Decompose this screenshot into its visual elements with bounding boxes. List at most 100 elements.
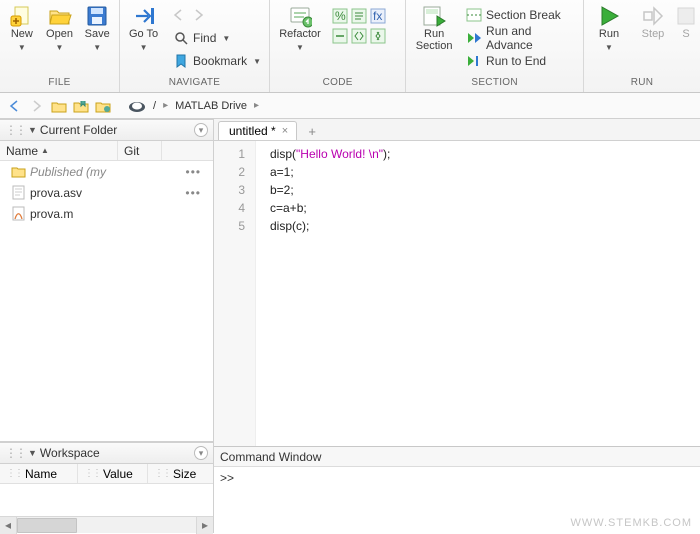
ws-col-name[interactable]: ⋮⋮Name [0, 464, 78, 483]
workspace-panel: ⋮⋮ ▼ Workspace ▾ ⋮⋮Name ⋮⋮Value ⋮⋮Size [0, 441, 213, 516]
folder-columns: Name ▲ Git [0, 141, 213, 161]
close-tab-icon[interactable]: × [282, 125, 288, 137]
path-sep-icon: ▸ [163, 100, 168, 111]
stop-icon [676, 4, 696, 28]
ws-col-size[interactable]: ⋮⋮Size [148, 464, 213, 483]
forward-arrow-icon[interactable] [28, 97, 46, 115]
code-area[interactable]: disp("Hello World! \n");a=1;b=2;c=a+b;di… [256, 141, 700, 446]
horizontal-scrollbar[interactable]: ◂ ▸ [0, 516, 213, 533]
list-item[interactable]: prova.asv ••• [0, 182, 213, 203]
command-window-header[interactable]: Command Window [214, 447, 700, 467]
chevron-down-icon: ▼ [28, 448, 37, 458]
address-bar: / ▸ MATLAB Drive ▸ [0, 93, 700, 119]
ribbon-group-file: New ▼ Open ▼ Save ▼ FILE [0, 0, 120, 92]
run-to-end-button[interactable]: Run to End [462, 50, 579, 72]
chevron-down-icon: ▼ [140, 43, 148, 52]
ribbon-group-section: Run Section Section Break Run and Advanc… [406, 0, 584, 92]
bookmark-icon [173, 53, 189, 69]
gutter: 12345 [214, 141, 256, 446]
code-tool6-icon[interactable] [370, 28, 386, 44]
grip-icon: ⋮⋮ [5, 446, 25, 460]
refactor-button[interactable]: Refactor ▼ [274, 2, 326, 54]
col-git[interactable]: Git [118, 141, 162, 160]
chevron-down-icon: ▼ [253, 57, 261, 66]
run-button[interactable]: Run ▼ [588, 2, 630, 54]
panel-options-icon[interactable]: ▾ [194, 446, 208, 460]
code-tool4-icon[interactable] [332, 28, 348, 44]
chevron-down-icon: ▼ [93, 43, 101, 52]
list-item[interactable]: Published (my ••• [0, 161, 213, 182]
section-break-button[interactable]: Section Break [462, 4, 579, 26]
run-section-icon [422, 4, 446, 28]
mfile-icon [10, 206, 26, 222]
folder-nav1-icon[interactable] [50, 97, 68, 115]
run-section-button[interactable]: Run Section [410, 2, 458, 54]
col-name[interactable]: Name ▲ [0, 141, 118, 160]
list-item[interactable]: prova.m [0, 203, 213, 224]
run-to-end-icon [466, 53, 482, 69]
path-drive[interactable]: MATLAB Drive [172, 100, 250, 112]
save-icon [85, 4, 109, 28]
path-root[interactable]: / [150, 100, 159, 112]
goto-button[interactable]: Go To ▼ [124, 2, 163, 54]
refactor-icon [288, 4, 312, 28]
more-icon[interactable]: ••• [185, 186, 201, 200]
bookmark-button[interactable]: Bookmark ▼ [169, 50, 265, 72]
folder-icon [10, 164, 26, 180]
svg-text:fx: fx [373, 9, 382, 23]
open-folder-icon [48, 4, 72, 28]
run-icon [597, 4, 621, 28]
editor-tab[interactable]: untitled * × [218, 121, 297, 140]
svg-text:%: % [335, 9, 346, 23]
chevron-down-icon: ▼ [56, 43, 64, 52]
section-break-icon [466, 7, 482, 23]
editor-tabs: untitled * × + [214, 119, 700, 141]
cloud-icon[interactable] [128, 97, 146, 115]
code-tool2-icon[interactable] [351, 8, 367, 24]
back-icon [173, 7, 189, 23]
nav-back-forward[interactable] [169, 4, 265, 26]
find-button[interactable]: Find ▼ [169, 27, 265, 49]
watermark: WWW.STEMKB.COM [570, 517, 692, 529]
step-icon [641, 4, 665, 28]
grip-icon: ⋮⋮ [5, 123, 25, 137]
stop-button-clipped[interactable]: S [676, 2, 696, 43]
scrollbar-thumb[interactable] [17, 518, 77, 533]
save-button[interactable]: Save ▼ [79, 2, 115, 54]
chevron-down-icon: ▼ [222, 34, 230, 43]
ribbon-group-navigate: Go To ▼ Find ▼ Bookmark ▼ [120, 0, 270, 92]
code-editor[interactable]: 12345 disp("Hello World! \n");a=1;b=2;c=… [214, 141, 700, 446]
code-tool1-icon[interactable]: % [332, 8, 348, 24]
ribbon: New ▼ Open ▼ Save ▼ FILE [0, 0, 700, 93]
scroll-right-icon[interactable]: ▸ [196, 517, 213, 534]
goto-icon [132, 4, 156, 28]
new-file-icon [10, 4, 34, 28]
file-list: Published (my ••• prova.asv ••• prova.m [0, 161, 213, 441]
open-button[interactable]: Open ▼ [42, 2, 78, 54]
add-tab-button[interactable]: + [303, 122, 321, 140]
current-folder-header[interactable]: ⋮⋮ ▼ Current Folder ▾ [0, 119, 213, 141]
ribbon-group-code: Refactor ▼ % fx CODE [270, 0, 406, 92]
step-button[interactable]: Step [632, 2, 674, 43]
folder-nav3-icon[interactable] [94, 97, 112, 115]
search-icon [173, 30, 189, 46]
col-blank [162, 141, 213, 160]
workspace-columns: ⋮⋮Name ⋮⋮Value ⋮⋮Size [0, 464, 213, 484]
forward-icon [193, 7, 209, 23]
scroll-left-icon[interactable]: ◂ [0, 517, 17, 534]
chevron-down-icon: ▼ [18, 43, 26, 52]
run-advance-button[interactable]: Run and Advance [462, 27, 579, 49]
new-button[interactable]: New ▼ [4, 2, 40, 54]
chevron-down-icon: ▼ [28, 125, 37, 135]
command-window: Command Window >> WWW.STEMKB.COM [214, 446, 700, 533]
code-tool5-icon[interactable] [351, 28, 367, 44]
command-prompt[interactable]: >> WWW.STEMKB.COM [214, 467, 700, 533]
code-tool3-icon[interactable]: fx [370, 8, 386, 24]
back-arrow-icon[interactable] [6, 97, 24, 115]
more-icon[interactable]: ••• [185, 165, 201, 179]
workspace-header[interactable]: ⋮⋮ ▼ Workspace ▾ [0, 442, 213, 464]
folder-nav2-icon[interactable] [72, 97, 90, 115]
panel-options-icon[interactable]: ▾ [194, 123, 208, 137]
ws-col-value[interactable]: ⋮⋮Value [78, 464, 148, 483]
ribbon-group-run: Run ▼ Step S RUN [584, 0, 700, 92]
